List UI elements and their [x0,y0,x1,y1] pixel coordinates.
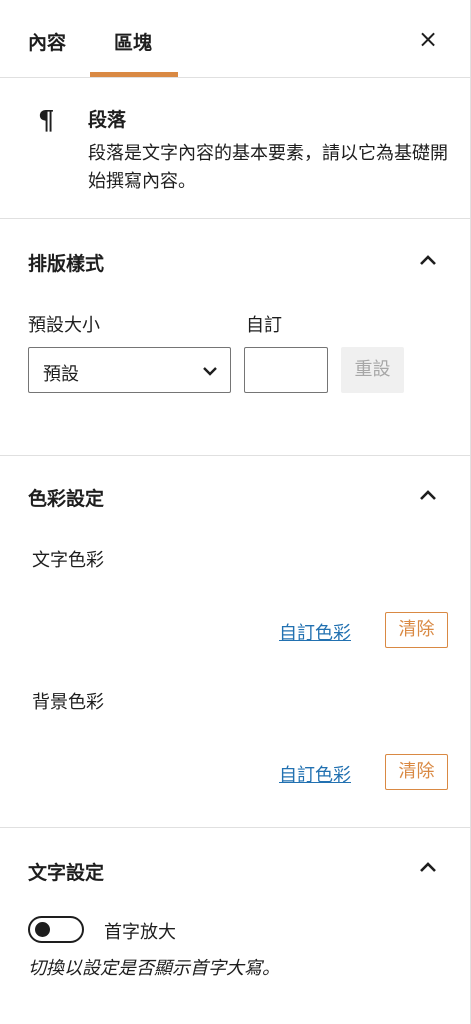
typography-title[interactable]: 排版樣式 [28,249,104,276]
text-settings-panel: 文字設定 首字放大 切換以設定是否顯示首字大寫。 [0,828,471,1024]
active-tab-indicator [90,72,178,77]
chevron-up-icon[interactable] [418,253,438,267]
sidebar-tabs: 內容 區塊 × [0,0,471,78]
paragraph-icon: ¶ [38,106,55,136]
custom-size-label: 自訂 [246,315,282,336]
toggle-knob [35,922,50,937]
background-color-label: 背景色彩 [32,692,104,713]
text-color-clear-button[interactable]: 清除 [385,612,448,648]
tab-block[interactable]: 區塊 [114,28,152,55]
block-title: 段落 [88,109,127,131]
text-settings-title[interactable]: 文字設定 [28,858,104,885]
chevron-up-icon[interactable] [418,860,438,874]
font-size-select-value: 預設 [43,364,79,385]
block-description: 段落是文字內容的基本要素，請以它為基礎開始撰寫內容。 [88,143,448,192]
block-settings-sidebar: 內容 區塊 × ¶ 段落 段落是文字內容的基本要素，請以它為基礎開始撰寫內容。 … [0,0,471,1024]
chevron-up-icon[interactable] [418,488,438,502]
typography-panel: 排版樣式 預設大小 自訂 預設 重設 [0,219,471,456]
background-color-clear-button[interactable]: 清除 [385,754,448,790]
custom-size-input[interactable] [244,347,328,393]
reset-button[interactable]: 重設 [341,347,404,393]
background-custom-color-link[interactable]: 自訂色彩 [279,761,351,787]
text-color-label: 文字色彩 [32,550,104,571]
block-card: ¶ 段落 段落是文字內容的基本要素，請以它為基礎開始撰寫內容。 [0,78,471,219]
dropcap-help-text: 切換以設定是否顯示首字大寫。 [28,958,280,979]
preset-size-label: 預設大小 [28,315,100,336]
dropcap-toggle[interactable] [28,916,84,943]
dropcap-label: 首字放大 [104,922,176,943]
font-size-select[interactable]: 預設 [28,347,231,393]
text-custom-color-link[interactable]: 自訂色彩 [279,619,351,645]
color-settings-title[interactable]: 色彩設定 [28,484,104,511]
chevron-down-icon [203,367,217,376]
color-settings-panel: 色彩設定 文字色彩 自訂色彩 清除 背景色彩 自訂色彩 清除 [0,456,471,828]
close-icon[interactable]: × [418,27,438,51]
tab-content[interactable]: 內容 [28,28,66,55]
